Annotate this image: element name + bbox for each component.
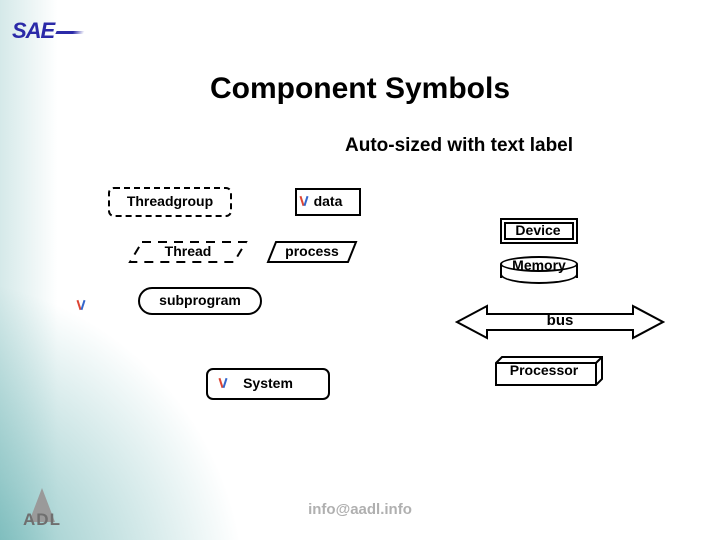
sae-logo: SAE — [12, 18, 84, 44]
bus-label: bus — [455, 302, 665, 342]
device-label: Device — [500, 218, 576, 242]
symbol-data: data — [295, 188, 361, 216]
subprogram-label: subprogram — [159, 289, 241, 311]
footer-email: info@aadl.info — [0, 501, 720, 518]
probe-mark-icon — [218, 376, 228, 390]
thread-label: Thread — [128, 240, 248, 268]
symbol-process: process — [266, 240, 358, 264]
processor-label: Processor — [494, 362, 594, 378]
probe-mark-icon — [76, 298, 86, 312]
process-label: process — [266, 240, 358, 264]
adl-logo: ADL — [14, 488, 70, 530]
probe-mark-icon — [299, 194, 309, 208]
symbol-bus: bus — [455, 302, 665, 342]
symbol-memory: Memory — [500, 258, 578, 278]
adl-logo-text: ADL — [14, 510, 70, 530]
symbol-thread: Thread — [128, 240, 248, 268]
data-label: data — [314, 190, 343, 212]
threadgroup-label: Threadgroup — [127, 189, 213, 213]
slide-subtitle: Auto-sized with text label — [345, 135, 573, 157]
symbol-device: Device — [500, 218, 582, 246]
system-label: System — [243, 370, 293, 396]
symbol-system: System — [206, 368, 330, 400]
slide: SAE Component Symbols Auto-sized with te… — [0, 0, 720, 540]
symbol-threadgroup: Threadgroup — [108, 187, 232, 217]
slide-title: Component Symbols — [0, 72, 720, 106]
symbol-processor: Processor — [494, 355, 606, 389]
symbol-subprogram: subprogram — [138, 287, 262, 315]
memory-label: Memory — [500, 257, 578, 273]
